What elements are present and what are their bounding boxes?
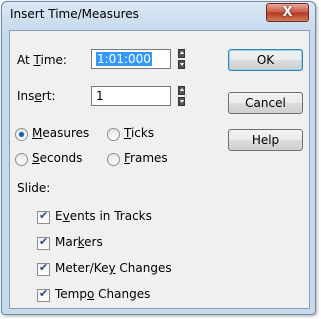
markers-label[interactable]: Markers [55, 235, 103, 249]
help-button[interactable]: Help [228, 129, 303, 151]
events-in-tracks-label[interactable]: Events in Tracks [55, 209, 152, 223]
markers-checkbox[interactable] [37, 235, 50, 250]
insert-value: 1 [96, 89, 104, 103]
ticks-radio[interactable] [107, 128, 120, 141]
frames-label[interactable]: Frames [124, 151, 168, 165]
insert-spinner[interactable] [177, 86, 187, 106]
spin-down-icon[interactable] [178, 97, 185, 106]
seconds-label[interactable]: Seconds [32, 151, 82, 165]
frames-radio[interactable] [107, 153, 120, 166]
close-icon: X [282, 5, 293, 20]
spin-up-icon[interactable] [178, 49, 185, 58]
insert-time-measures-dialog: Insert Time/Measures X At Time: 1:01:000… [1, 1, 316, 315]
cancel-button[interactable]: Cancel [228, 92, 303, 114]
meter-key-changes-label[interactable]: Meter/Key Changes [55, 261, 172, 275]
insert-input[interactable]: 1 [91, 86, 171, 106]
events-in-tracks-checkbox[interactable] [37, 209, 50, 224]
seconds-radio[interactable] [15, 153, 28, 166]
dialog-title: Insert Time/Measures [10, 7, 139, 21]
slide-heading: Slide: [17, 181, 51, 195]
at-time-input[interactable]: 1:01:000 [91, 49, 171, 69]
insert-label: Insert: [17, 89, 56, 103]
tempo-changes-checkbox[interactable] [37, 287, 50, 302]
measures-radio[interactable] [15, 128, 28, 141]
close-button[interactable]: X [266, 3, 309, 22]
spin-down-icon[interactable] [178, 60, 185, 69]
measures-label[interactable]: Measures [32, 126, 89, 140]
spin-up-icon[interactable] [178, 86, 185, 95]
ok-button[interactable]: OK [228, 49, 303, 71]
tempo-changes-label[interactable]: Tempo Changes [55, 287, 150, 301]
at-time-value: 1:01:000 [96, 52, 152, 66]
at-time-label: At Time: [17, 53, 67, 67]
dialog-body: At Time: 1:01:000 Insert: 1 OK Cancel He… [9, 30, 310, 309]
meter-key-changes-checkbox[interactable] [37, 261, 50, 276]
ticks-label[interactable]: Ticks [124, 126, 154, 140]
title-bar[interactable]: Insert Time/Measures X [2, 2, 315, 28]
at-time-spinner[interactable] [177, 49, 187, 69]
